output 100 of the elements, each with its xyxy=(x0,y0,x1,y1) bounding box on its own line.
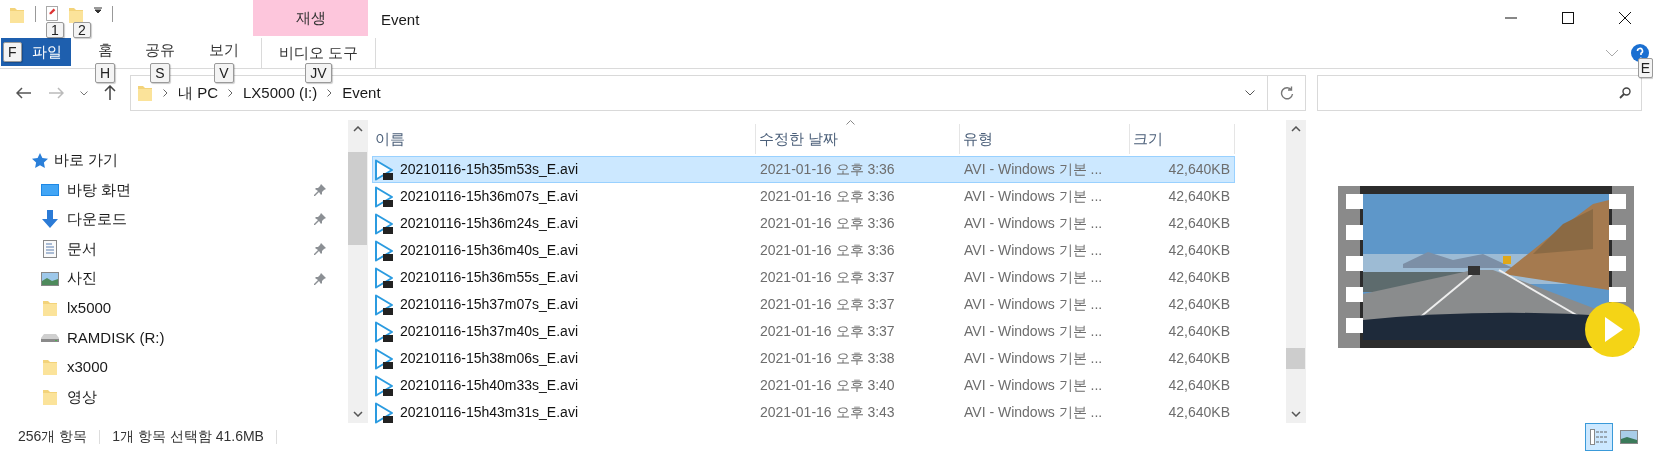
file-name: 20210116-15h36m55s_E.avi xyxy=(400,268,578,287)
file-name: 20210116-15h38m06s_E.avi xyxy=(400,349,578,368)
dropdown-icon[interactable] xyxy=(94,6,102,14)
sidebar-item[interactable]: RAMDISK (R:) xyxy=(0,322,348,353)
folder-icon xyxy=(68,6,84,24)
sidebar-item[interactable]: 영상 xyxy=(0,382,348,412)
selection-info: 1개 항목 선택함 41.6MB xyxy=(112,427,264,446)
file-row[interactable]: 20210116-15h38m06s_E.avi 2021-01-16 오후 3:38 AVI - Windows 기본 ... 42,640KB xyxy=(372,345,1235,372)
scrollbar[interactable] xyxy=(348,120,368,423)
ribbon-tab[interactable]: 홈 xyxy=(83,38,127,62)
video-file-icon xyxy=(374,239,394,262)
properties-icon[interactable] xyxy=(46,6,58,21)
scroll-up-icon[interactable] xyxy=(353,126,363,132)
breadcrumb-item[interactable]: 내 PC xyxy=(178,81,218,105)
file-row[interactable]: 20210116-15h36m24s_E.avi 2021-01-16 오후 3:36 AVI - Windows 기본 ... 42,640KB xyxy=(372,210,1235,237)
chevron-right-icon[interactable] xyxy=(228,89,233,97)
keytip: F xyxy=(3,42,22,62)
size-cell: 42,640KB xyxy=(1168,161,1230,177)
chevron-down-icon[interactable] xyxy=(1245,90,1255,96)
chevron-down-icon[interactable] xyxy=(80,90,88,96)
file-name: 20210116-15h40m33s_E.avi xyxy=(400,376,578,395)
column-header[interactable]: 크기 xyxy=(1130,124,1235,154)
scroll-down-icon[interactable] xyxy=(353,411,363,417)
date-cell: 2021-01-16 오후 3:36 xyxy=(760,242,895,258)
sidebar-item[interactable]: 문서 xyxy=(0,234,348,264)
window-title: Event xyxy=(381,10,420,30)
type-cell: AVI - Windows 기본 ... xyxy=(964,215,1103,231)
file-name: 20210116-15h36m07s_E.avi xyxy=(400,187,578,206)
up-arrow-icon[interactable] xyxy=(104,85,116,101)
chevron-right-icon[interactable] xyxy=(327,89,333,97)
scroll-down-icon[interactable] xyxy=(1291,411,1301,417)
video-file-icon xyxy=(374,374,394,397)
document-icon xyxy=(43,240,57,258)
file-name: 20210116-15h35m53s_E.avi xyxy=(400,160,578,179)
file-row[interactable]: 20210116-15h36m40s_E.avi 2021-01-16 오후 3:36 AVI - Windows 기본 ... 42,640KB xyxy=(372,237,1235,264)
date-cell: 2021-01-16 오후 3:40 xyxy=(760,377,895,393)
file-row[interactable]: 20210116-15h40m33s_E.avi 2021-01-16 오후 3:40 AVI - Windows 기본 ... 42,640KB xyxy=(372,372,1235,399)
type-cell: AVI - Windows 기본 ... xyxy=(964,161,1103,177)
column-header[interactable]: 수정한 날짜 xyxy=(756,124,960,154)
scroll-up-icon[interactable] xyxy=(1291,126,1301,132)
keytip: 1 xyxy=(46,22,64,38)
pin-icon[interactable] xyxy=(314,183,326,196)
column-header[interactable]: 이름 xyxy=(372,124,756,154)
video-file-icon xyxy=(374,185,394,208)
ribbon-tab[interactable]: 공유 xyxy=(135,38,185,62)
file-row[interactable]: 20210116-15h37m07s_E.avi 2021-01-16 오후 3:37 AVI - Windows 기본 ... 42,640KB xyxy=(372,291,1235,318)
down-arrow-icon xyxy=(42,210,58,229)
file-name: 20210116-15h43m31s_E.avi xyxy=(400,403,578,422)
size-cell: 42,640KB xyxy=(1168,404,1230,420)
column-header[interactable]: 유형 xyxy=(960,124,1130,154)
date-cell: 2021-01-16 오후 3:36 xyxy=(760,215,895,231)
type-cell: AVI - Windows 기본 ... xyxy=(964,350,1103,366)
video-file-icon xyxy=(374,293,394,316)
file-row[interactable]: 20210116-15h43m31s_E.avi 2021-01-16 오후 3:43 AVI - Windows 기본 ... 42,640KB xyxy=(372,399,1235,426)
date-cell: 2021-01-16 오후 3:37 xyxy=(760,323,895,339)
folder-icon xyxy=(42,358,58,377)
ribbon-tab[interactable]: 보기 xyxy=(199,38,249,62)
file-row[interactable]: 20210116-15h37m40s_E.avi 2021-01-16 오후 3:37 AVI - Windows 기본 ... 42,640KB xyxy=(372,318,1235,345)
file-row[interactable]: 20210116-15h35m53s_E.avi 2021-01-16 오후 3:36 AVI - Windows 기본 ... 42,640KB xyxy=(372,156,1235,183)
search-icon xyxy=(1619,87,1631,99)
size-cell: 42,640KB xyxy=(1168,323,1230,339)
date-cell: 2021-01-16 오후 3:36 xyxy=(760,188,895,204)
video-file-icon xyxy=(374,158,394,181)
keytip: H xyxy=(94,63,116,83)
search-field[interactable] xyxy=(1317,75,1642,111)
pin-icon[interactable] xyxy=(314,243,326,255)
keytip: JV xyxy=(305,63,332,83)
folder-icon xyxy=(137,84,153,102)
size-cell: 42,640KB xyxy=(1168,215,1230,231)
refresh-icon[interactable] xyxy=(1279,86,1294,100)
breadcrumb-item[interactable]: LX5000 (I:) xyxy=(243,81,318,105)
date-cell: 2021-01-16 오후 3:37 xyxy=(760,269,895,285)
size-cell: 42,640KB xyxy=(1168,242,1230,258)
file-row[interactable]: 20210116-15h36m55s_E.avi 2021-01-16 오후 3:37 AVI - Windows 기본 ... 42,640KB xyxy=(372,264,1235,291)
quick-access-header[interactable]: 바로 가기 xyxy=(54,149,119,172)
date-cell: 2021-01-16 오후 3:43 xyxy=(760,404,895,420)
keytip: S xyxy=(150,63,170,83)
file-row[interactable]: 20210116-15h36m07s_E.avi 2021-01-16 오후 3:36 AVI - Windows 기본 ... 42,640KB xyxy=(372,183,1235,210)
scrollbar-thumb[interactable] xyxy=(348,152,367,245)
chevron-right-icon[interactable] xyxy=(163,89,168,97)
scrollbar[interactable] xyxy=(1286,120,1306,423)
date-cell: 2021-01-16 오후 3:37 xyxy=(760,296,895,312)
drive-icon xyxy=(41,332,59,343)
sidebar-item[interactable]: x3000 xyxy=(0,352,348,383)
sidebar-item[interactable]: 사진 xyxy=(0,263,348,294)
sidebar-item[interactable]: lx5000 xyxy=(0,293,348,323)
file-name: 20210116-15h36m24s_E.avi xyxy=(400,214,578,233)
sidebar-item[interactable]: 다운로드 xyxy=(0,204,348,235)
breadcrumb-item[interactable]: Event xyxy=(342,81,381,105)
video-file-icon xyxy=(374,266,394,289)
sidebar-item[interactable]: 바탕 화면 xyxy=(0,175,348,205)
pin-icon[interactable] xyxy=(314,213,326,226)
type-cell: AVI - Windows 기본 ... xyxy=(964,404,1103,420)
scrollbar-thumb[interactable] xyxy=(1286,348,1305,369)
large-icons-view-button[interactable] xyxy=(1619,428,1639,445)
details-view-button[interactable] xyxy=(1585,422,1613,451)
back-arrow-icon[interactable] xyxy=(16,87,32,99)
play-icon[interactable] xyxy=(1585,302,1640,357)
pin-icon[interactable] xyxy=(314,272,326,285)
folder-icon xyxy=(42,387,58,406)
